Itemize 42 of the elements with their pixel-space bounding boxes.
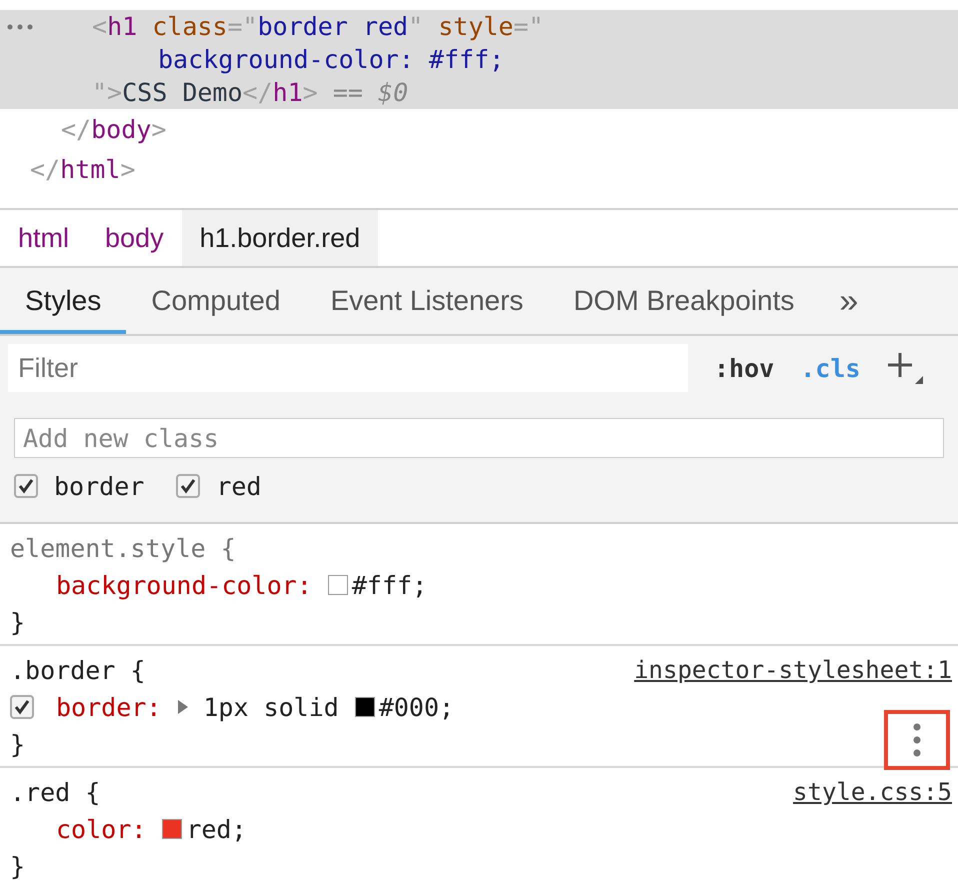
property-value: 1px solid: [203, 692, 339, 722]
dom-line: ">CSS Demo</h1> == $0: [92, 78, 408, 107]
class-label: border: [54, 472, 144, 500]
property-name: background-color:: [56, 570, 312, 600]
dom-line: <h1 class="border red" style=": [92, 12, 544, 41]
tab[interactable]: DOM Breakpoints: [548, 268, 820, 334]
breadcrumb[interactable]: body: [87, 210, 182, 266]
rule-selector: .border {: [10, 656, 146, 684]
ellipsis-icon[interactable]: [7, 24, 33, 30]
checkbox[interactable]: [14, 474, 38, 498]
dom-line: </body>: [61, 114, 166, 144]
tab[interactable]: Event Listeners: [305, 268, 548, 334]
dom-line: </html>: [30, 154, 136, 184]
source-link[interactable]: style.css:5: [793, 778, 952, 806]
dom-line: background-color: #fff;: [158, 45, 504, 74]
property-name: color:: [56, 814, 146, 844]
vertical-dots-icon: [912, 723, 922, 757]
add-class-field[interactable]: Add new class: [14, 418, 944, 458]
source-link[interactable]: inspector-stylesheet:1: [634, 656, 952, 684]
property-name: border:: [56, 692, 162, 722]
toggle-button[interactable]: :hov: [714, 354, 774, 382]
property-value: #fff;: [352, 570, 428, 600]
color-swatch[interactable]: [328, 575, 348, 595]
checkbox[interactable]: [10, 695, 34, 719]
checkbox[interactable]: [176, 474, 200, 498]
more-options-button[interactable]: [884, 710, 950, 770]
property-value: red;: [186, 814, 247, 844]
closing-brace: }: [10, 852, 26, 880]
class-label: red: [216, 472, 262, 500]
closing-brace: }: [10, 730, 26, 758]
expand-icon[interactable]: [177, 699, 190, 715]
rule-selector: .red {: [10, 778, 100, 806]
more-tabs-button[interactable]: »: [839, 282, 858, 320]
breadcrumb[interactable]: h1.border.red: [182, 210, 378, 266]
breadcrumb[interactable]: html: [0, 210, 88, 266]
rule-selector: element.style {: [10, 534, 236, 562]
color-swatch[interactable]: [354, 697, 375, 717]
color-swatch[interactable]: [162, 819, 182, 839]
closing-brace: }: [10, 608, 26, 636]
filter-field[interactable]: Filter: [8, 344, 688, 392]
property-value: #000;: [378, 692, 454, 722]
tab[interactable]: Computed: [126, 268, 306, 334]
